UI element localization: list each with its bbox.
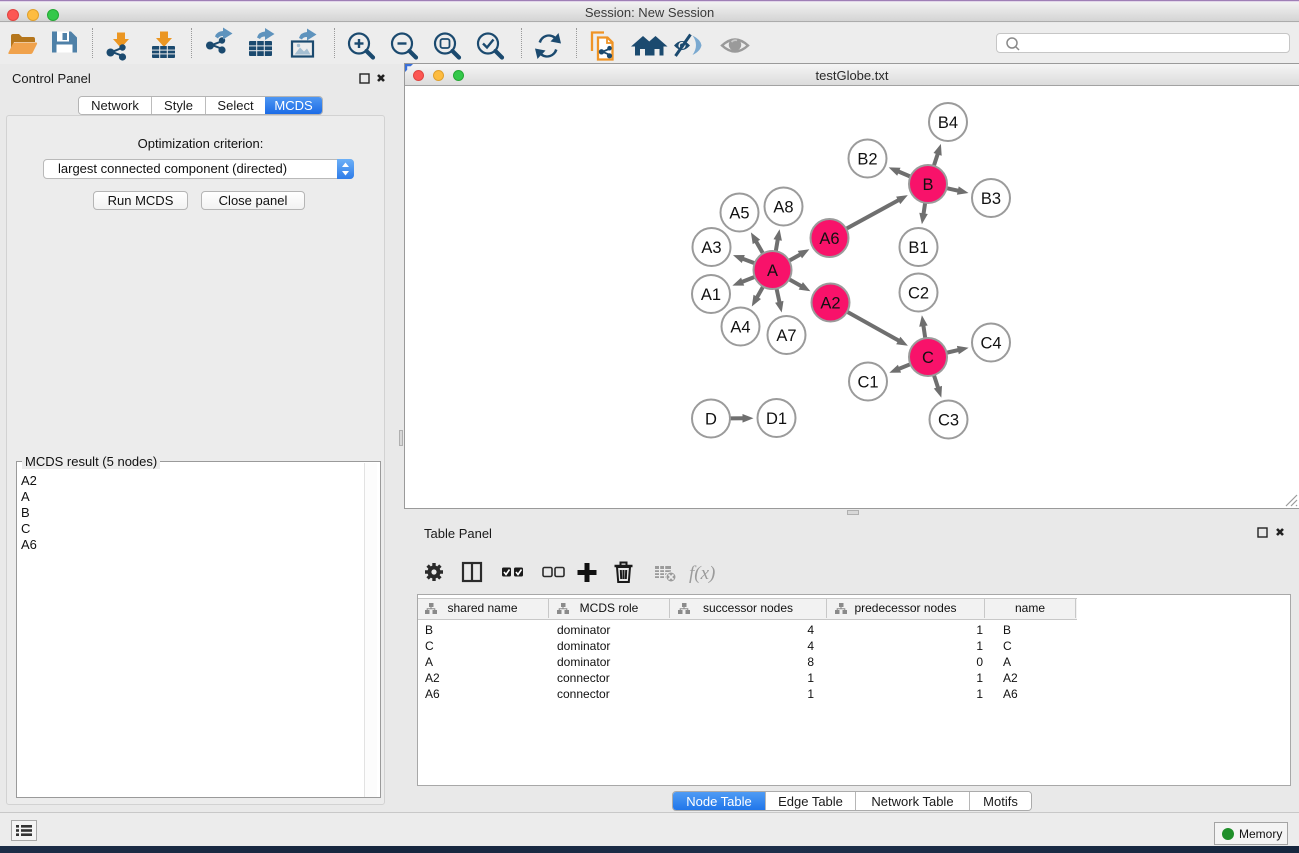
svg-text:A7: A7	[776, 327, 796, 345]
svg-text:B3: B3	[981, 190, 1001, 208]
svg-text:A6: A6	[819, 230, 839, 248]
svg-text:A2: A2	[820, 294, 840, 312]
svg-text:A1: A1	[701, 286, 721, 304]
svg-text:C3: C3	[938, 411, 959, 429]
svg-text:B1: B1	[908, 239, 928, 257]
svg-text:B2: B2	[857, 150, 877, 168]
svg-text:C4: C4	[980, 334, 1001, 352]
svg-text:D: D	[705, 410, 717, 428]
svg-text:A5: A5	[729, 204, 749, 222]
svg-text:A4: A4	[730, 318, 750, 336]
svg-text:C1: C1	[857, 373, 878, 391]
svg-text:f(x): f(x)	[689, 563, 715, 584]
svg-text:C: C	[922, 349, 934, 367]
svg-text:B4: B4	[938, 114, 958, 132]
svg-text:D1: D1	[766, 410, 787, 428]
svg-text:A: A	[767, 262, 778, 280]
svg-text:A3: A3	[701, 239, 721, 257]
svg-text:C2: C2	[908, 284, 929, 302]
svg-text:A8: A8	[773, 198, 793, 216]
svg-text:B: B	[922, 176, 933, 194]
